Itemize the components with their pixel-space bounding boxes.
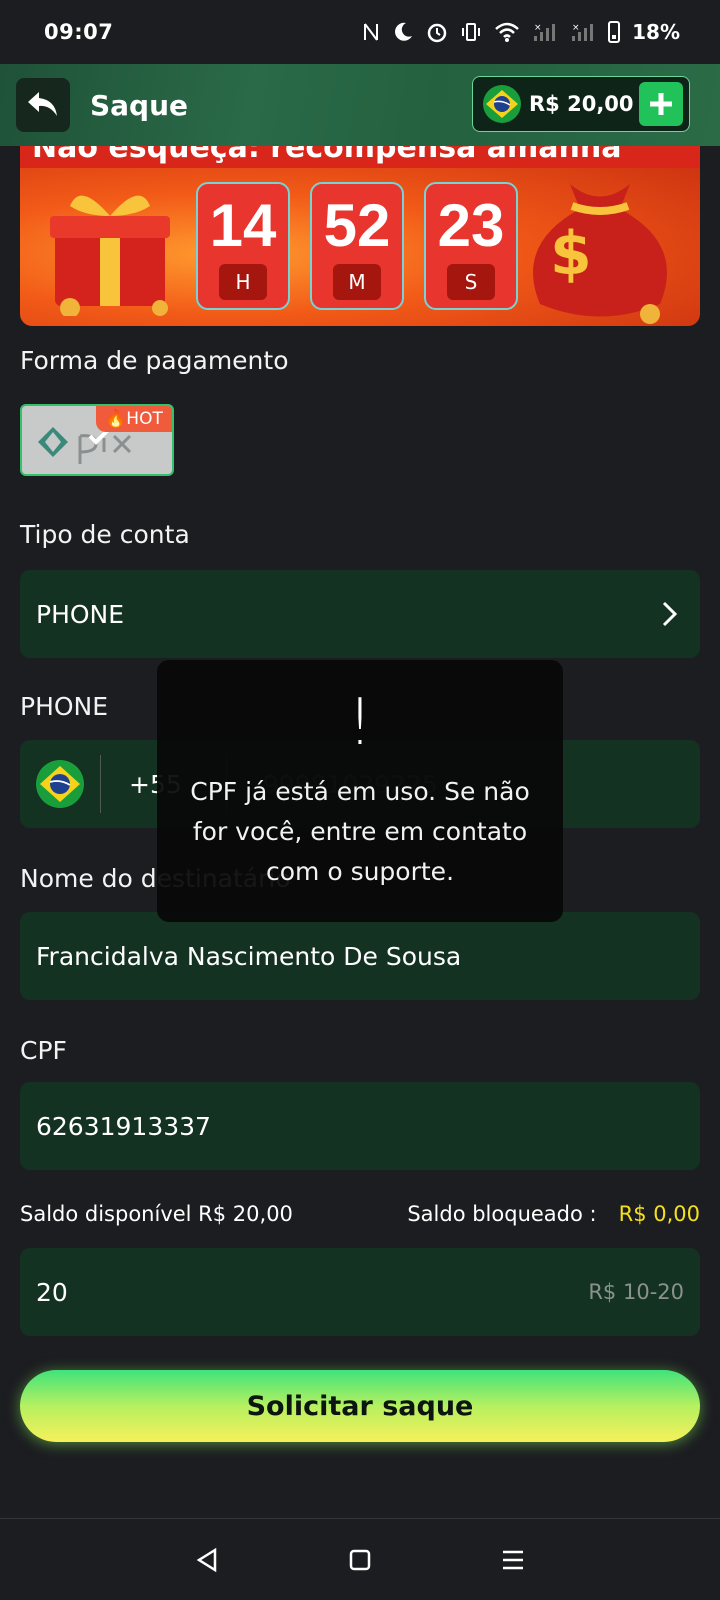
recipient-name-value: Francidalva Nascimento De Sousa [36,941,462,971]
pix-payment-option[interactable]: 🔥HOT [20,404,174,476]
svg-text:×: × [572,23,580,33]
cpf-value: 62631913337 [36,1111,211,1141]
battery-percent: 18% [632,20,680,44]
plus-icon [650,93,672,115]
countdown-minutes: 52 M [310,182,404,310]
countdown-seconds: 23 S [424,182,518,310]
brazil-flag-icon [483,85,521,123]
page-title: Saque [90,88,189,122]
chevron-right-icon [656,600,684,628]
back-arrow-icon [28,92,57,116]
divider [100,755,101,813]
minutes-value: 52 [323,192,391,259]
promo-banner[interactable]: Não esqueça: recompensa amanhã 14 H 52 M… [20,146,700,326]
account-type-label: Tipo de conta [20,520,190,549]
amount-input[interactable]: 20 R$ 10-20 [20,1248,700,1336]
vibrate-icon [460,20,482,44]
hot-badge-label: HOT [126,409,163,429]
gift-box-icon [50,195,170,316]
seconds-label: S [447,264,495,300]
app-header: Saque R$ 20,00 [0,64,720,146]
seconds-value: 23 [437,192,505,259]
payment-method-label: Forma de pagamento [20,346,289,375]
countdown-hours: 14 H [196,182,290,310]
cpf-input[interactable]: 62631913337 [20,1082,700,1170]
toast-message: CPF já está em uso. Se não for você, ent… [190,777,530,886]
svg-text:$: $ [550,219,592,289]
balance-chip[interactable]: R$ 20,00 [472,76,690,132]
recipient-name-input[interactable]: Francidalva Nascimento De Sousa [20,912,700,1000]
balance-info-row: Saldo disponível R$ 20,00 Saldo bloquead… [20,1202,700,1226]
nav-back-button[interactable] [187,1540,227,1580]
hours-label: H [219,264,267,300]
wifi-icon [494,20,520,44]
triangle-back-icon [196,1547,216,1572]
phone-label: PHONE [20,692,109,721]
nfc-icon [362,20,380,44]
signal-icon: × [532,20,558,44]
svg-text:×: × [534,23,542,33]
money-bag-icon: $ [533,184,667,324]
amount-range-hint: R$ 10-20 [588,1280,684,1304]
brazil-flag-icon[interactable] [36,760,84,808]
moon-icon [392,20,414,44]
countdown-timer: 14 H 52 M 23 S [196,182,518,310]
amount-value: 20 [36,1277,68,1307]
signal-icon: × [570,20,596,44]
alarm-icon [426,20,448,44]
nav-menu-button[interactable] [493,1540,533,1580]
account-type-select[interactable]: PHONE [20,570,700,658]
locked-balance-value: R$ 0,00 [618,1202,700,1226]
status-icons: × × 18% [362,20,680,44]
status-time: 09:07 [44,20,114,44]
request-withdrawal-button[interactable]: Solicitar saque [20,1370,700,1442]
cpf-label: CPF [20,1036,67,1065]
error-toast: ! CPF já está em uso. Se não for você, e… [157,660,563,922]
balance-amount: R$ 20,00 [529,92,634,116]
system-nav-bar [0,1518,720,1600]
minutes-label: M [333,264,381,300]
square-home-icon [349,1549,371,1570]
hot-badge: 🔥HOT [96,406,172,432]
back-button[interactable] [16,78,70,132]
available-balance: Saldo disponível R$ 20,00 [20,1202,293,1226]
deposit-add-button[interactable] [639,82,683,126]
locked-balance-label: Saldo bloqueado : [407,1202,597,1226]
status-bar: 09:07 × × 18% [0,0,720,64]
battery-icon [608,21,621,43]
exclamation-icon: ! [347,686,373,760]
hours-value: 14 [209,192,277,259]
account-type-value: PHONE [36,599,125,629]
nav-home-button[interactable] [340,1540,380,1580]
menu-icon [503,1550,524,1569]
